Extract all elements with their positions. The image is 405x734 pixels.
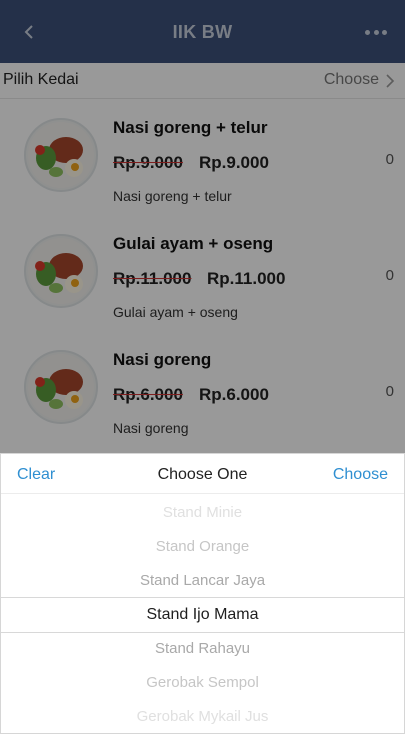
- picker-sheet: Clear Choose One Choose Stand Minie Stan…: [0, 453, 405, 734]
- modal-overlay[interactable]: [0, 0, 405, 453]
- picker-option[interactable]: Gerobak Mykail Jus: [1, 700, 404, 734]
- picker-option[interactable]: Gerobak Sempol: [1, 666, 404, 700]
- picker-option-selected[interactable]: Stand Ijo Mama: [1, 598, 404, 632]
- picker-option[interactable]: Stand Orange: [1, 530, 404, 564]
- choose-button[interactable]: Choose: [333, 466, 388, 484]
- picker-option[interactable]: Stand Rahayu: [1, 632, 404, 666]
- picker-header: Clear Choose One Choose: [1, 454, 404, 494]
- picker-wheel[interactable]: Stand Minie Stand Orange Stand Lancar Ja…: [1, 495, 404, 734]
- picker-option[interactable]: Stand Minie: [1, 496, 404, 530]
- picker-option[interactable]: Stand Lancar Jaya: [1, 564, 404, 598]
